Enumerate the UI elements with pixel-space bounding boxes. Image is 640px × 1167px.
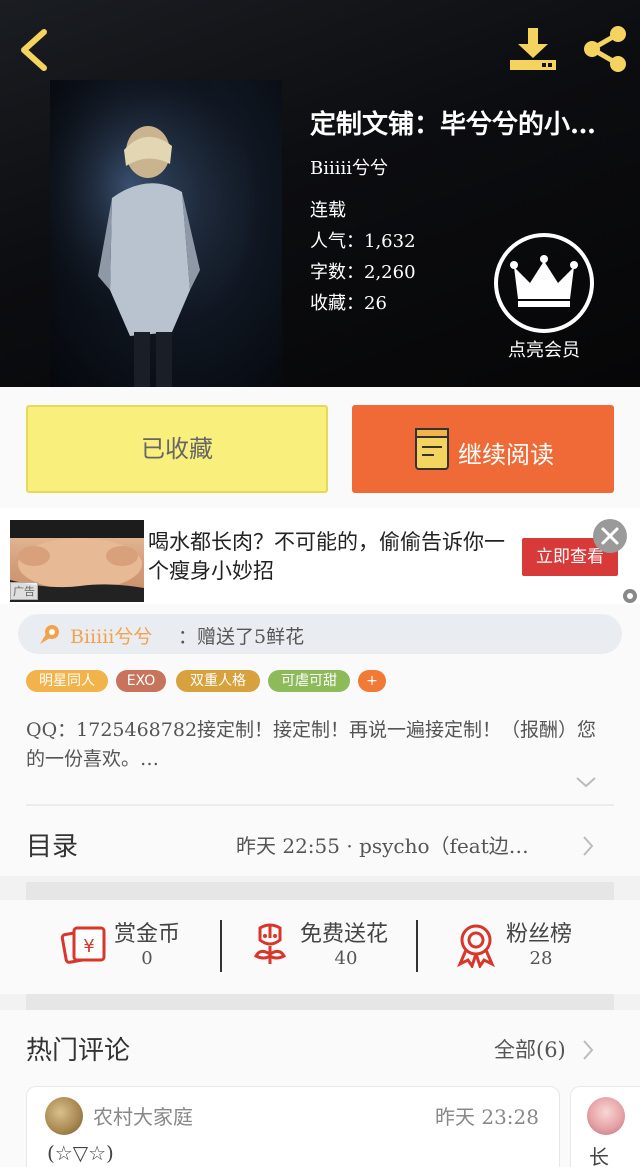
close-icon	[593, 519, 627, 553]
comment-text: (☆▽☆)	[47, 1141, 114, 1165]
stat-value: 40	[334, 948, 358, 969]
crown-icon	[494, 233, 594, 333]
money-envelope-icon: ¥	[60, 926, 106, 964]
flower-icon	[253, 923, 287, 964]
svg-text:¥: ¥	[83, 936, 94, 957]
ad-banner[interactable]: 广告 喝水都长肉？不可能的，偷偷告诉你一个瘦身小妙招 立即查看	[0, 508, 640, 604]
comment-user[interactable]: 农村大家庭	[93, 1101, 193, 1130]
stat-separator	[416, 920, 418, 972]
chevron-down-icon	[576, 777, 596, 788]
comment-time: 昨天 23:28	[435, 1105, 539, 1129]
comments-title: 热门评论	[26, 1036, 131, 1066]
stat-value: 0	[141, 948, 153, 969]
book-info-section: Biiiii兮兮 ：赠送了5鲜花 明星同人 EXO 双重人格 可虐可甜 + QQ…	[0, 604, 640, 876]
ad-tag: 广告	[10, 582, 38, 600]
comment-card[interactable]: 长	[570, 1086, 640, 1167]
chevron-left-icon	[21, 29, 47, 71]
status-label: 连载	[310, 200, 346, 221]
share-icon	[584, 26, 626, 72]
continue-reading-label: 继续阅读	[458, 441, 554, 469]
stat-value: 28	[529, 948, 553, 969]
back-button[interactable]	[14, 26, 58, 74]
comment-text: 长	[589, 1145, 609, 1167]
all-comments-link[interactable]: 全部(6)	[494, 1034, 566, 1064]
gift-notice-bar: Biiiii兮兮 ：赠送了5鲜花	[18, 614, 622, 654]
medal-icon	[457, 924, 495, 968]
expand-description-button[interactable]	[574, 774, 598, 790]
tag-add-button[interactable]: +	[358, 670, 386, 692]
chevron-right-icon	[583, 1040, 594, 1060]
book-icon	[415, 428, 449, 470]
avatar[interactable]	[587, 1097, 625, 1135]
ad-close-button[interactable]	[592, 518, 628, 554]
hot-comments-section: 热门评论 全部(6) 农村大家庭 昨天 23:28 (☆▽☆) 长	[0, 1010, 640, 1167]
send-flowers-button[interactable]: 免费送花 40	[246, 916, 406, 980]
cover-image	[50, 80, 282, 387]
share-button[interactable]	[580, 24, 630, 74]
gray-divider-band	[26, 882, 614, 900]
ad-info-icon[interactable]	[622, 588, 638, 604]
tag-item[interactable]: 明星同人	[26, 670, 108, 692]
avatar[interactable]	[45, 1097, 83, 1135]
download-icon	[510, 28, 556, 70]
stats-bar: ¥ 赏金币 0 免费送花 40 粉丝榜 28	[0, 900, 640, 994]
chevron-right-icon	[583, 836, 594, 856]
word-count-stat: 字数：2,260	[310, 262, 416, 283]
tag-item[interactable]: 双重人格	[176, 670, 260, 692]
tag-item[interactable]: 可虐可甜	[268, 670, 350, 692]
book-header: 定制文铺：毕兮兮的小… Biiiii兮兮 连载 人气：1,632 字数：2,26…	[0, 0, 640, 387]
vip-label[interactable]: 点亮会员	[494, 336, 594, 362]
book-description[interactable]: QQ：1725468782接定制！接定制！再说一遍接定制！（报酬）您的一份喜欢。…	[26, 716, 606, 774]
stat-separator	[220, 920, 222, 972]
tag-item[interactable]: EXO	[116, 670, 166, 692]
download-button[interactable]	[508, 26, 558, 72]
continue-reading-button[interactable]: 继续阅读	[352, 405, 614, 493]
ad-text[interactable]: 喝水都长肉？不可能的，偷偷告诉你一个瘦身小妙招	[148, 528, 508, 586]
reward-coins-button[interactable]: ¥ 赏金币 0	[60, 916, 200, 980]
stat-label: 粉丝榜	[506, 922, 573, 947]
comment-card[interactable]: 农村大家庭 昨天 23:28 (☆▽☆)	[26, 1086, 560, 1167]
stat-label: 免费送花	[300, 922, 389, 947]
gift-user[interactable]: Biiiii兮兮	[70, 622, 152, 649]
all-comments-chevron[interactable]	[580, 1038, 596, 1062]
fans-ranking-button[interactable]: 粉丝榜 28	[452, 916, 592, 980]
section-divider	[26, 804, 614, 806]
popularity-stat: 人气：1,632	[310, 231, 416, 252]
favorites-stat: 收藏：26	[310, 293, 387, 314]
catalog-latest-chapter[interactable]: 昨天 22:55 · psycho（feat边…	[236, 830, 570, 859]
book-cover[interactable]	[50, 80, 282, 387]
vip-button[interactable]	[492, 231, 596, 335]
stat-label: 赏金币	[114, 922, 181, 947]
flower-gift-icon	[40, 625, 59, 644]
catalog-label[interactable]: 目录	[26, 826, 78, 863]
catalog-open-button[interactable]	[580, 834, 596, 858]
collected-button[interactable]: 已收藏	[26, 405, 328, 493]
action-bar: 已收藏 继续阅读	[0, 387, 640, 508]
book-title: 定制文铺：毕兮兮的小…	[310, 110, 597, 140]
author-name[interactable]: Biiiii兮兮	[310, 154, 388, 180]
gift-text: ：赠送了5鲜花	[178, 626, 305, 648]
